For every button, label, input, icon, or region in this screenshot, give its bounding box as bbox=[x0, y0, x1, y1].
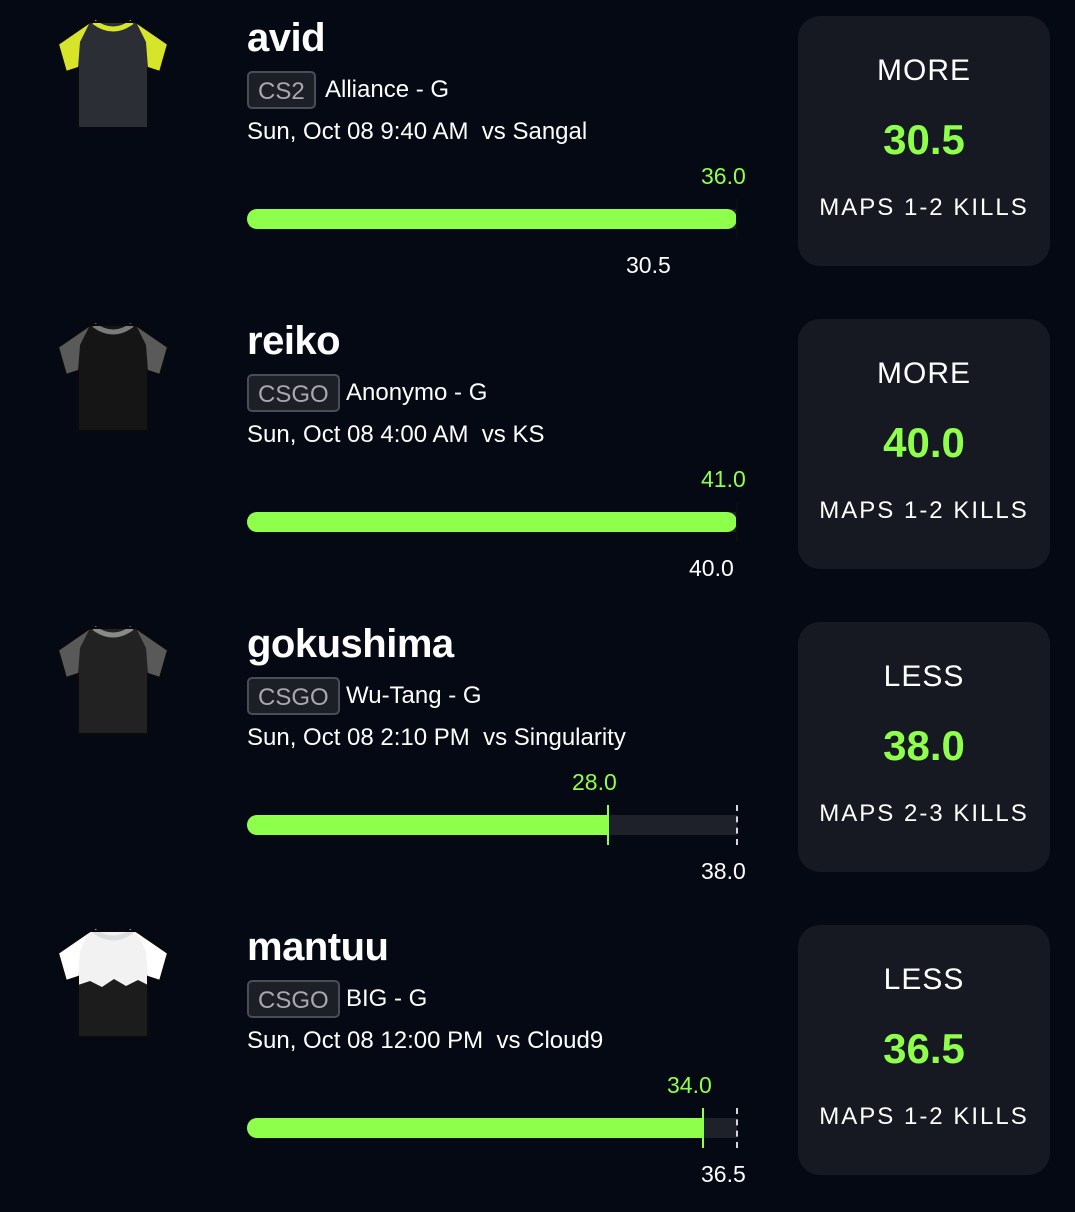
pick-card[interactable]: MORE 40.0 MAPS 1-2 KILLS bbox=[798, 319, 1050, 569]
actual-marker bbox=[736, 199, 738, 239]
pick-stat-type: MAPS 2-3 KILLS bbox=[819, 800, 1029, 827]
line-value: 40.0 bbox=[689, 555, 734, 581]
pick-line-value: 36.5 bbox=[883, 1025, 965, 1072]
progress-bar bbox=[247, 199, 738, 239]
actual-marker bbox=[702, 1108, 704, 1148]
match-info: Sun, Oct 08 4:00 AM vs KS bbox=[247, 421, 545, 448]
team-label: BIG - G bbox=[346, 985, 428, 1012]
team-label: Wu-Tang - G bbox=[346, 682, 482, 709]
pick-direction: MORE bbox=[877, 54, 971, 87]
progress-bar bbox=[247, 1108, 738, 1148]
progress-fill bbox=[247, 209, 737, 229]
game-badge: CSGO bbox=[247, 374, 340, 412]
jersey-icon bbox=[50, 14, 176, 134]
line-marker bbox=[736, 1108, 738, 1148]
player-row-reiko[interactable]: reiko CSGO Anonymo - G Sun, Oct 08 4:00 … bbox=[0, 303, 1075, 606]
pick-line-value: 38.0 bbox=[883, 722, 965, 769]
player-row-gokushima[interactable]: gokushima CSGO Wu-Tang - G Sun, Oct 08 2… bbox=[0, 606, 1075, 909]
pick-card[interactable]: MORE 30.5 MAPS 1-2 KILLS bbox=[798, 16, 1050, 266]
player-name: avid bbox=[247, 16, 326, 60]
pick-card[interactable]: LESS 38.0 MAPS 2-3 KILLS bbox=[798, 622, 1050, 872]
player-name: gokushima bbox=[247, 622, 454, 666]
actual-value: 36.0 bbox=[701, 163, 746, 189]
match-info: Sun, Oct 08 2:10 PM vs Singularity bbox=[247, 724, 626, 751]
pick-card[interactable]: LESS 36.5 MAPS 1-2 KILLS bbox=[798, 925, 1050, 1175]
pick-direction: LESS bbox=[883, 963, 965, 996]
pick-direction: LESS bbox=[883, 660, 965, 693]
team-label: Alliance - G bbox=[325, 76, 450, 103]
player-row-avid[interactable]: avid CS2 Alliance - G Sun, Oct 08 9:40 A… bbox=[0, 0, 1075, 303]
jersey-icon bbox=[50, 923, 176, 1043]
pick-direction: MORE bbox=[877, 357, 971, 390]
actual-marker bbox=[736, 502, 738, 542]
game-badge: CSGO bbox=[247, 677, 340, 715]
progress-bar bbox=[247, 805, 738, 845]
line-value: 38.0 bbox=[701, 858, 746, 884]
jersey-icon bbox=[50, 620, 176, 740]
actual-value: 41.0 bbox=[701, 466, 746, 492]
jersey-icon bbox=[50, 317, 176, 437]
progress-fill bbox=[247, 815, 608, 835]
game-badge: CS2 bbox=[247, 71, 316, 109]
match-info: Sun, Oct 08 12:00 PM vs Cloud9 bbox=[247, 1027, 604, 1054]
progress-fill bbox=[247, 1118, 703, 1138]
actual-value: 34.0 bbox=[667, 1072, 712, 1098]
pick-stat-type: MAPS 1-2 KILLS bbox=[819, 194, 1029, 221]
match-info: Sun, Oct 08 9:40 AM vs Sangal bbox=[247, 118, 588, 145]
line-value: 36.5 bbox=[701, 1161, 746, 1187]
pick-line-value: 30.5 bbox=[883, 116, 965, 163]
progress-bar bbox=[247, 502, 738, 542]
player-name: mantuu bbox=[247, 925, 389, 969]
team-label: Anonymo - G bbox=[346, 379, 488, 406]
actual-marker bbox=[607, 805, 609, 845]
game-badge: CSGO bbox=[247, 980, 340, 1018]
line-marker bbox=[736, 805, 738, 845]
pick-stat-type: MAPS 1-2 KILLS bbox=[819, 497, 1029, 524]
actual-value: 28.0 bbox=[572, 769, 617, 795]
pick-stat-type: MAPS 1-2 KILLS bbox=[819, 1103, 1029, 1130]
line-value: 30.5 bbox=[626, 252, 671, 278]
player-row-mantuu[interactable]: mantuu CSGO BIG - G Sun, Oct 08 12:00 PM… bbox=[0, 909, 1075, 1212]
progress-fill bbox=[247, 512, 737, 532]
player-name: reiko bbox=[247, 319, 341, 363]
pick-line-value: 40.0 bbox=[883, 419, 965, 466]
